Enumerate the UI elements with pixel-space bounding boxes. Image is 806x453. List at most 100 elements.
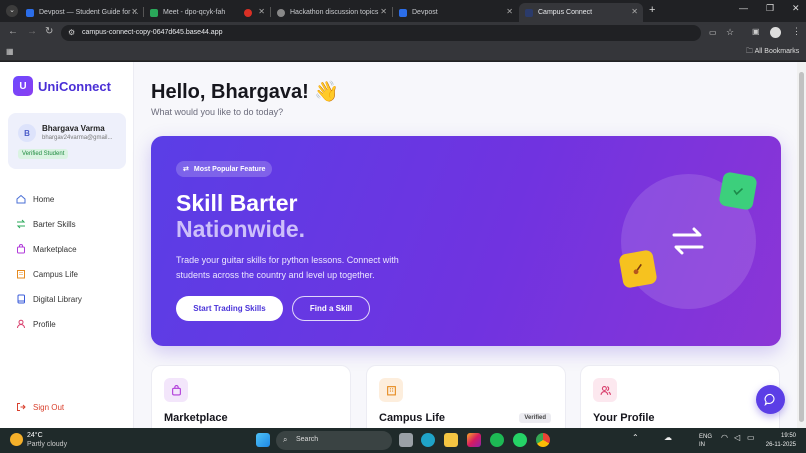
sign-out-button[interactable]: Sign Out	[16, 400, 64, 414]
close-tab-icon[interactable]: ✕	[258, 7, 265, 16]
browser-tab[interactable]: Devpost — Student Guide for ... ✕	[20, 3, 143, 22]
reload-icon[interactable]: ↻	[45, 26, 53, 37]
logo-icon: U	[13, 76, 33, 96]
forward-icon[interactable]: →	[27, 26, 37, 37]
sidebar-item-label: Digital Library	[33, 294, 82, 304]
find-skill-button[interactable]: Find a Skill	[292, 296, 370, 321]
bookmark-star-icon[interactable]: ☆	[726, 27, 734, 38]
url-text: campus-connect-copy-0647d645.base44.app	[82, 29, 223, 36]
whatsapp-icon[interactable]	[513, 433, 527, 447]
weather-icon[interactable]	[10, 433, 23, 446]
sidebar-item-digital-library[interactable]: Digital Library	[16, 292, 82, 306]
page-subtitle: What would you like to do today?	[151, 107, 284, 117]
profile-card[interactable]: Your Profile	[580, 365, 780, 428]
browser-tab[interactable]: Hackathon discussion topics ✕	[271, 3, 392, 22]
chat-icon	[764, 393, 775, 406]
close-tab-icon[interactable]: ✕	[506, 7, 513, 16]
address-bar[interactable]: ⚙ campus-connect-copy-0647d645.base44.ap…	[61, 25, 734, 41]
card-title: Campus Life	[379, 412, 446, 424]
user-card[interactable]: B Bhargava Varma bhargav24varma@gmail...…	[8, 113, 126, 169]
sidebar-item-label: Profile	[33, 319, 56, 329]
close-tab-icon[interactable]: ✕	[631, 7, 638, 16]
task-view-icon[interactable]	[399, 433, 413, 447]
browser-tab[interactable]: Devpost ✕	[393, 3, 518, 22]
restore-icon[interactable]: ❐	[766, 3, 774, 14]
sidebar-item-home[interactable]: Home	[16, 192, 54, 206]
wifi-icon[interactable]: ◠	[721, 433, 728, 442]
page-scrollbar[interactable]	[797, 62, 806, 428]
guitar-icon	[618, 249, 658, 289]
tray-chevron-icon[interactable]: ⌃	[632, 433, 639, 442]
apps-grid-icon[interactable]: ▦	[6, 47, 14, 56]
tab-label: Meet - dpo-qcyk-fah	[163, 9, 226, 16]
clock[interactable]: 19:50 26-11-2025	[762, 432, 796, 450]
weather-description[interactable]: Partly cloudy	[27, 441, 67, 448]
all-bookmarks[interactable]: 🗀 All Bookmarks	[746, 47, 799, 58]
marketplace-card[interactable]: Marketplace	[151, 365, 351, 428]
back-icon[interactable]: ←	[8, 26, 18, 37]
sidebar-item-marketplace[interactable]: Marketplace	[16, 242, 77, 256]
browser-toolbar: ← → ↻ ⚙ campus-connect-copy-0647d645.bas…	[0, 22, 806, 43]
instagram-icon[interactable]	[467, 433, 481, 447]
sidebar-item-campus-life[interactable]: Campus Life	[16, 267, 78, 281]
close-window-icon[interactable]: ✕	[792, 3, 800, 14]
start-trading-button[interactable]: Start Trading Skills	[176, 296, 283, 321]
logo-text[interactable]: UniConnect	[38, 79, 111, 94]
menu-icon[interactable]: ⋮	[792, 26, 801, 37]
meet-favicon-icon	[150, 8, 158, 17]
folder-icon: 🗀	[746, 48, 753, 55]
chat-button[interactable]	[756, 385, 785, 414]
tab-label: Campus Connect	[538, 9, 593, 16]
green-badge-icon	[718, 171, 758, 211]
card-title: Your Profile	[593, 412, 655, 424]
hero-description: Trade your guitar skills for python less…	[176, 255, 399, 280]
sign-out-icon	[17, 403, 26, 411]
sidebar-item-label: Campus Life	[33, 269, 78, 279]
sidebar-item-barter-skills[interactable]: Barter Skills	[16, 217, 76, 231]
install-app-icon[interactable]: ▭	[709, 28, 717, 37]
file-explorer-icon[interactable]	[444, 433, 458, 447]
close-tab-icon[interactable]: ✕	[131, 7, 138, 16]
battery-icon[interactable]: ▭	[747, 433, 755, 442]
exchange-arrows-icon	[672, 227, 704, 255]
home-icon	[16, 194, 26, 204]
site-info-icon[interactable]: ⚙	[68, 28, 75, 37]
browser-tab-active[interactable]: Campus Connect ✕	[519, 3, 643, 22]
sidebar-item-label: Marketplace	[33, 244, 77, 254]
taskbar-search[interactable]: ⌕ Search	[276, 431, 392, 450]
minimize-icon[interactable]: —	[739, 3, 748, 13]
weather-temperature[interactable]: 24°C	[27, 432, 43, 439]
volume-icon[interactable]: ◁	[734, 433, 740, 442]
shopping-bag-icon	[17, 244, 25, 254]
language-indicator[interactable]: ENG IN	[699, 433, 712, 449]
edge-icon[interactable]	[421, 433, 435, 447]
campus-life-card[interactable]: Campus Life Verified	[366, 365, 566, 428]
chrome-icon[interactable]	[536, 433, 550, 447]
scrollbar-thumb[interactable]	[799, 72, 804, 422]
cloud-icon[interactable]: ☁	[664, 433, 672, 442]
close-tab-icon[interactable]: ✕	[380, 7, 387, 16]
shopping-bag-icon	[164, 378, 188, 402]
language-code: ENG	[699, 434, 713, 440]
extensions-icon[interactable]: ▣	[752, 27, 760, 36]
browser-tab[interactable]: Meet - dpo-qcyk-fah	[144, 3, 239, 22]
recording-icon	[244, 8, 252, 17]
devpost-favicon-icon	[399, 8, 407, 17]
sidebar-item-profile[interactable]: Profile	[16, 317, 56, 331]
browser-tab[interactable]: ✕	[238, 3, 270, 22]
new-tab-icon[interactable]: +	[649, 4, 655, 16]
search-icon: ⌕	[283, 435, 288, 444]
swap-icon	[16, 219, 26, 229]
tab-label: Devpost — Student Guide for ...	[39, 9, 139, 16]
hero-title-accent: Nationwide.	[176, 216, 306, 242]
tab-search-icon[interactable]: ⌄	[6, 5, 18, 17]
all-bookmarks-label: All Bookmarks	[754, 48, 800, 55]
user-name: Bhargava Varma	[42, 124, 105, 133]
spotify-icon[interactable]	[490, 433, 504, 447]
start-menu-icon[interactable]	[256, 433, 270, 447]
profile-avatar[interactable]	[770, 27, 781, 38]
clock-date: 26-11-2025	[765, 442, 796, 448]
windows-taskbar: 24°C Partly cloudy ⌕ Search ⌃ ☁ ENG IN ◠…	[0, 428, 806, 453]
taskbar-search-label: Search	[296, 436, 319, 443]
globe-favicon-icon	[277, 8, 285, 17]
